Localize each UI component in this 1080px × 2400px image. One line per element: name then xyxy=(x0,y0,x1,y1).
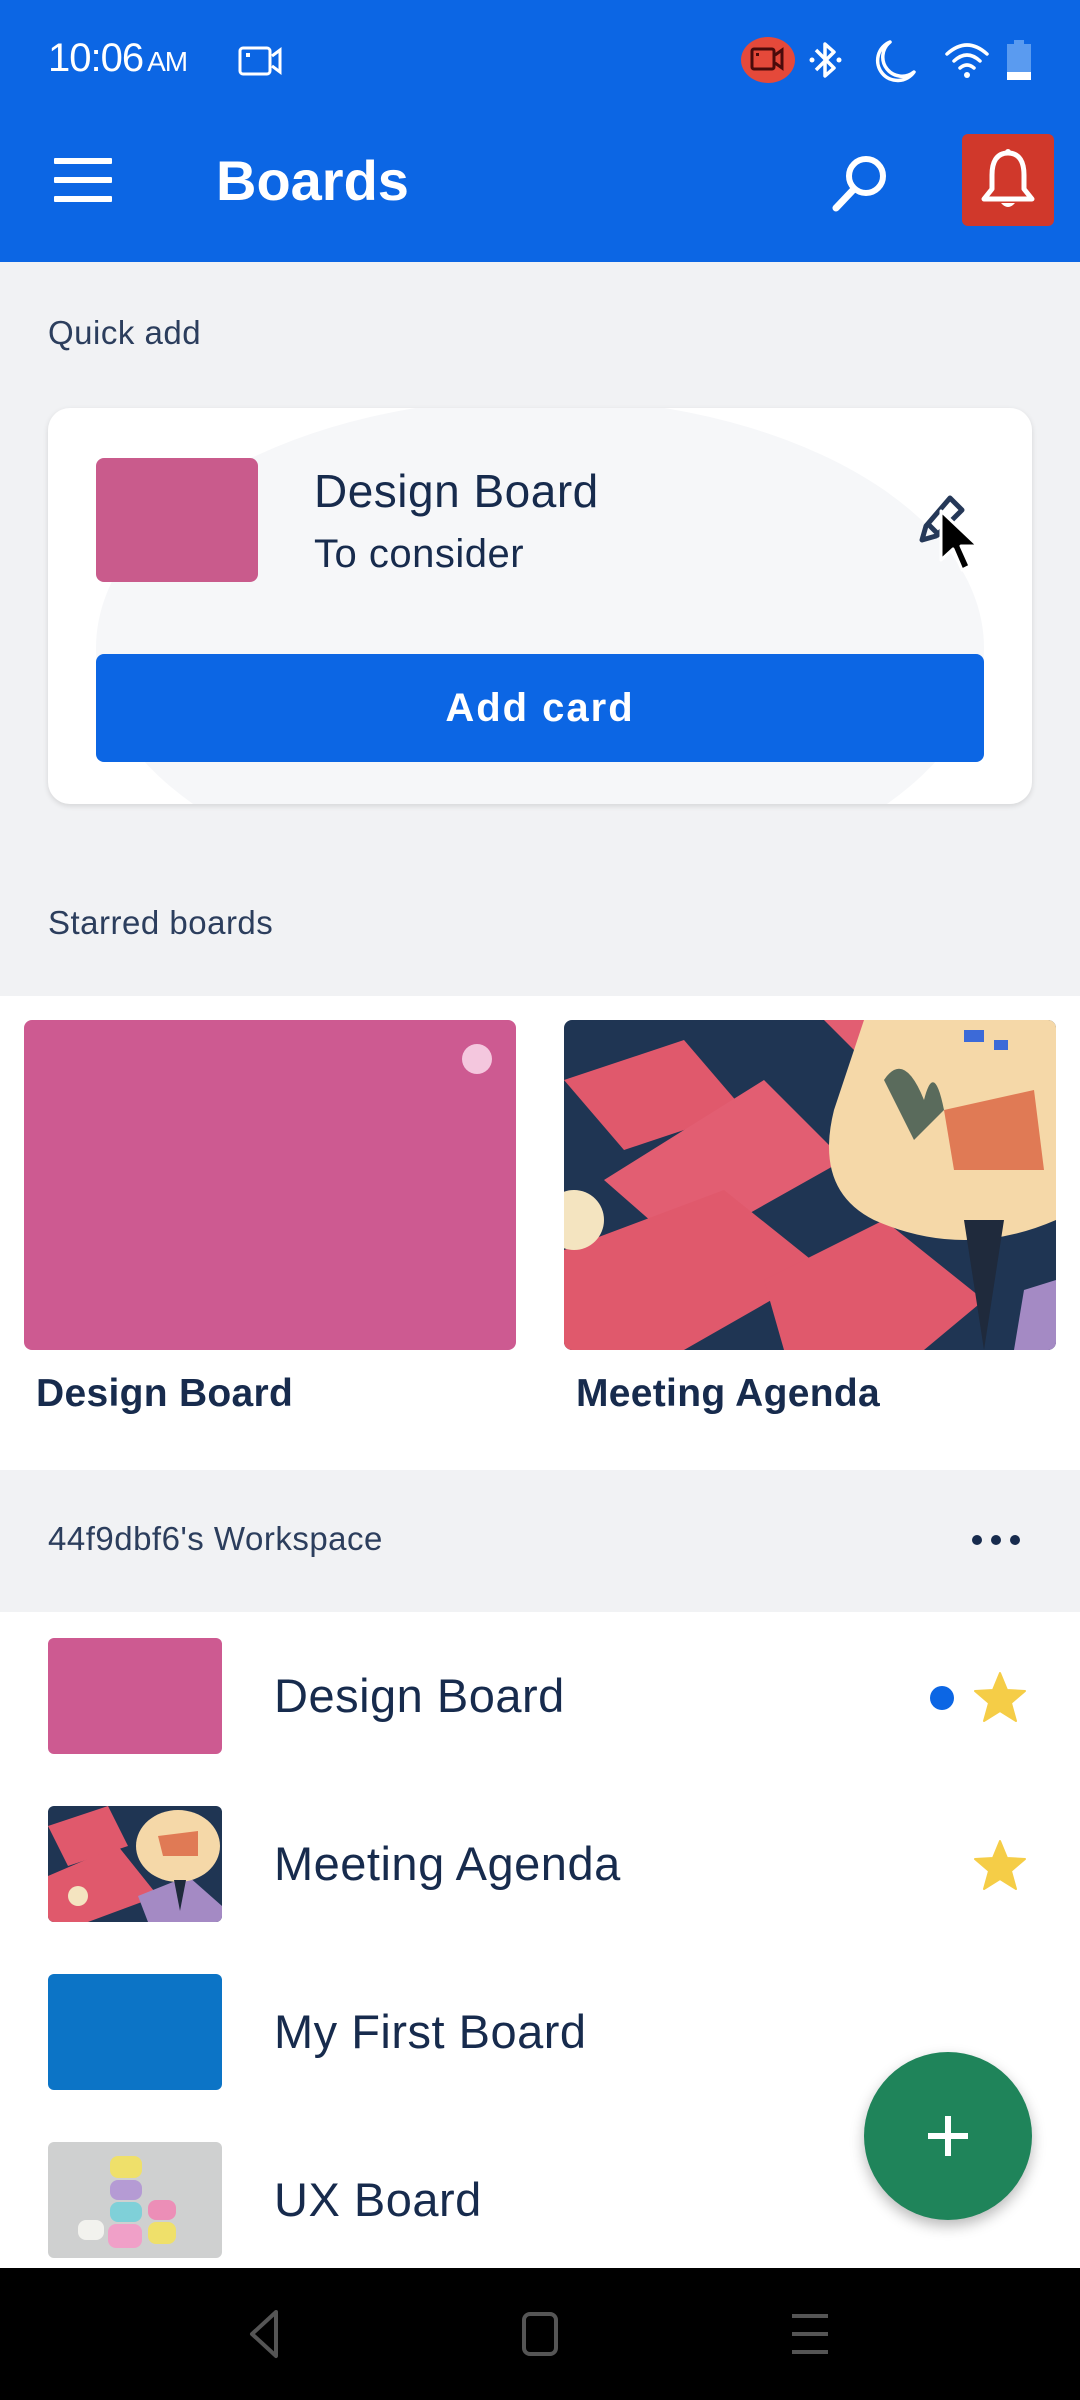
macarons-photo xyxy=(48,2142,222,2258)
board-list-item[interactable]: Design Board xyxy=(0,1612,1080,1780)
hamburger-menu-icon xyxy=(54,158,112,164)
unread-indicator xyxy=(462,1044,492,1074)
hamburger-menu-icon-line xyxy=(54,196,112,202)
board-list-item[interactable]: Meeting Agenda xyxy=(0,1780,1080,1948)
recording-active-icon xyxy=(741,37,795,83)
hamburger-menu-icon-line xyxy=(54,177,112,183)
board-thumbnail xyxy=(48,1806,222,1922)
starred-boards-label: Starred boards xyxy=(48,904,274,941)
workspace-header: 44f9dbf6's Workspace xyxy=(0,1470,1080,1612)
home-icon[interactable] xyxy=(510,2304,570,2364)
starred-boards-section: Design Board Meeting Agenda xyxy=(0,996,1080,1470)
bluetooth-icon xyxy=(809,42,842,78)
workspace-title: 44f9dbf6's Workspace xyxy=(48,1520,383,1557)
system-nav-bar xyxy=(0,2268,1080,2400)
page-title: Boards xyxy=(216,149,409,212)
quick-add-board-name: Design Board xyxy=(314,465,599,517)
do-not-disturb-moon-icon xyxy=(875,40,916,83)
app-header: 10:06 AM Boards xyxy=(0,0,1080,262)
menu-button[interactable] xyxy=(54,158,112,202)
battery-icon xyxy=(1007,40,1031,80)
starred-board-name: Design Board xyxy=(36,1372,294,1415)
board-name: Design Board xyxy=(274,1669,565,1722)
add-card-button[interactable]: Add card xyxy=(96,654,984,762)
quick-add-list-name: To consider xyxy=(314,532,525,576)
bell-icon xyxy=(981,149,1035,207)
quick-add-card[interactable]: Design Board To consider Add card xyxy=(48,408,1032,804)
status-time-ampm: AM xyxy=(147,46,188,77)
star-icon[interactable] xyxy=(972,1838,1028,1894)
plus-icon xyxy=(928,2116,968,2156)
illustration-image xyxy=(564,1020,1056,1350)
starred-board-tile-design[interactable] xyxy=(24,1020,516,1350)
screen-record-icon xyxy=(238,46,282,76)
status-time-value: 10:06 xyxy=(48,36,144,80)
status-time: 10:06 AM xyxy=(48,36,188,81)
board-name: UX Board xyxy=(274,2173,482,2226)
board-name: Meeting Agenda xyxy=(274,1837,621,1890)
status-bar: 10:06 AM xyxy=(0,0,1080,120)
recents-icon[interactable] xyxy=(780,2304,840,2364)
starred-board-name: Meeting Agenda xyxy=(576,1372,880,1415)
starred-board-tile-meeting[interactable] xyxy=(564,1020,1056,1350)
board-thumbnail xyxy=(48,1974,222,2090)
more-horizontal-icon[interactable] xyxy=(966,1510,1026,1570)
search-icon[interactable] xyxy=(826,148,896,218)
back-icon[interactable] xyxy=(236,2304,296,2364)
mouse-cursor-icon xyxy=(939,509,980,572)
illustration-image xyxy=(48,1806,222,1922)
unread-indicator xyxy=(930,1686,954,1710)
star-icon[interactable] xyxy=(972,1670,1028,1726)
quick-add-label: Quick add xyxy=(48,314,202,351)
board-name: My First Board xyxy=(274,2005,587,2058)
notifications-button[interactable] xyxy=(962,134,1054,226)
board-thumbnail xyxy=(48,1638,222,1754)
create-fab-button[interactable] xyxy=(864,2052,1032,2220)
wifi-icon xyxy=(945,43,989,78)
board-thumbnail xyxy=(48,2142,222,2258)
quick-add-board-thumbnail xyxy=(96,458,258,582)
